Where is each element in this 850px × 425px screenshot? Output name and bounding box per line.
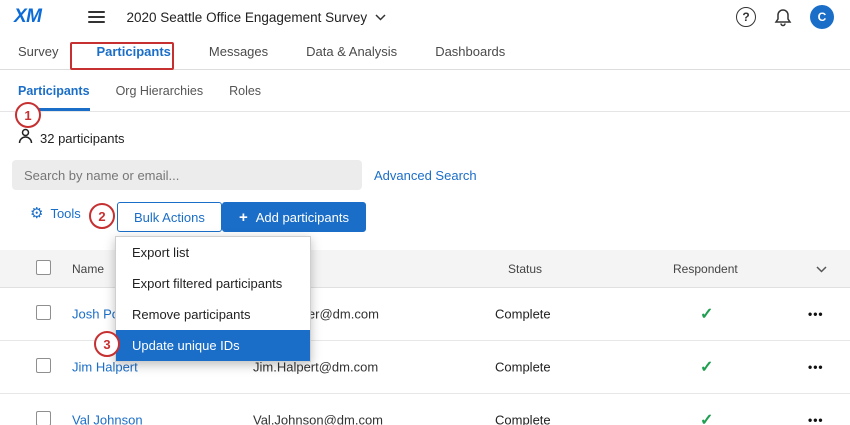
search-input[interactable] (12, 160, 362, 190)
tab-messages[interactable]: Messages (209, 44, 268, 59)
bulk-actions-menu: Export list Export filtered participants… (115, 236, 311, 362)
notifications-bell-icon[interactable] (774, 8, 792, 27)
top-bar: XM 2020 Seattle Office Engagement Survey… (0, 0, 850, 34)
search-row: Advanced Search (12, 160, 477, 190)
participant-count-label: 32 participants (40, 131, 125, 146)
hamburger-menu-icon[interactable] (88, 8, 105, 26)
sub-nav: Participants Org Hierarchies Roles (0, 70, 850, 112)
row-actions-menu-icon[interactable]: ••• (808, 307, 824, 321)
respondent-check-icon: ✓ (700, 304, 713, 324)
tab-survey[interactable]: Survey (18, 44, 58, 59)
add-participants-button[interactable]: + Add participants (222, 202, 366, 232)
menu-item-export-list[interactable]: Export list (116, 237, 310, 268)
actions-toolbar: ⚙ Tools Bulk Actions + Add participants (0, 202, 850, 232)
row-actions-menu-icon[interactable]: ••• (808, 413, 824, 425)
participant-name-link[interactable]: Val Johnson (72, 413, 143, 425)
user-avatar[interactable]: C (810, 5, 834, 29)
row-actions-menu-icon[interactable]: ••• (808, 360, 824, 374)
gear-icon: ⚙ (30, 206, 43, 221)
main-nav: Survey Participants Messages Data & Anal… (0, 34, 850, 70)
participant-status: Complete (495, 360, 551, 375)
tab-participants[interactable]: Participants (96, 44, 170, 59)
tab-dashboards[interactable]: Dashboards (435, 44, 505, 59)
tools-label: Tools (50, 206, 80, 221)
participant-status: Complete (495, 413, 551, 425)
column-header-respondent: Respondent (673, 262, 738, 276)
column-header-status: Status (508, 262, 542, 276)
app-window: XM 2020 Seattle Office Engagement Survey… (0, 0, 850, 425)
plus-icon: + (239, 209, 248, 226)
participant-status: Complete (495, 307, 551, 322)
bulk-actions-button[interactable]: Bulk Actions (117, 202, 222, 232)
select-all-checkbox[interactable] (36, 260, 51, 275)
respondent-check-icon: ✓ (700, 357, 713, 377)
xm-logo: XM (14, 6, 42, 28)
add-participants-label: Add participants (256, 210, 349, 225)
row-checkbox[interactable] (36, 305, 51, 320)
menu-item-update-unique-ids[interactable]: Update unique IDs (116, 330, 310, 361)
participant-count: 32 participants (18, 128, 125, 149)
column-header-name: Name (72, 262, 104, 276)
row-checkbox[interactable] (36, 411, 51, 425)
row-checkbox[interactable] (36, 358, 51, 373)
subtab-roles[interactable]: Roles (229, 70, 261, 111)
menu-item-export-filtered[interactable]: Export filtered participants (116, 268, 310, 299)
person-icon (18, 128, 33, 149)
survey-title: 2020 Seattle Office Engagement Survey (127, 10, 368, 25)
menu-item-remove-participants[interactable]: Remove participants (116, 299, 310, 330)
column-options-chevron-icon[interactable] (816, 262, 827, 276)
tab-data-analysis[interactable]: Data & Analysis (306, 44, 397, 59)
help-icon[interactable]: ? (736, 7, 756, 27)
chevron-down-icon[interactable] (375, 14, 386, 21)
tools-button[interactable]: ⚙ Tools (30, 206, 81, 221)
table-row: Val Johnson Val.Johnson@dm.com Complete … (0, 394, 850, 425)
advanced-search-link[interactable]: Advanced Search (374, 168, 477, 183)
subtab-participants[interactable]: Participants (18, 70, 90, 111)
respondent-check-icon: ✓ (700, 410, 713, 425)
subtab-org-hierarchies[interactable]: Org Hierarchies (116, 70, 204, 111)
participant-email: Val.Johnson@dm.com (253, 413, 383, 425)
